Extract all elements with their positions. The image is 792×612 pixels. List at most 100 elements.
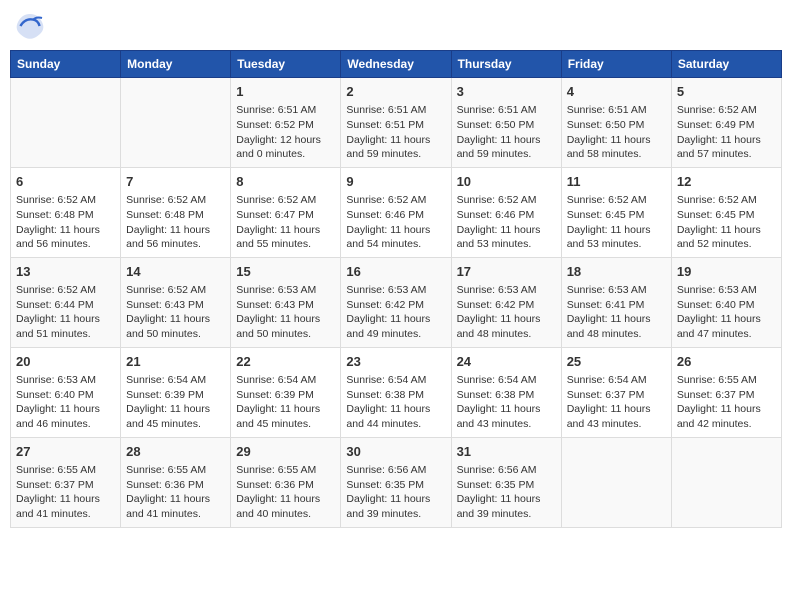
- day-detail: and 43 minutes.: [567, 417, 666, 432]
- calendar-cell: 3Sunrise: 6:51 AMSunset: 6:50 PMDaylight…: [451, 78, 561, 168]
- calendar-cell: 7Sunrise: 6:52 AMSunset: 6:48 PMDaylight…: [121, 167, 231, 257]
- day-detail: Sunset: 6:36 PM: [236, 478, 335, 493]
- day-detail: and 56 minutes.: [16, 237, 115, 252]
- day-detail: Sunset: 6:38 PM: [457, 388, 556, 403]
- day-detail: and 39 minutes.: [457, 507, 556, 522]
- day-number: 27: [16, 443, 115, 461]
- day-detail: and 46 minutes.: [16, 417, 115, 432]
- day-number: 1: [236, 83, 335, 101]
- day-detail: and 56 minutes.: [126, 237, 225, 252]
- day-detail: and 49 minutes.: [346, 327, 445, 342]
- day-number: 3: [457, 83, 556, 101]
- day-detail: Sunset: 6:37 PM: [16, 478, 115, 493]
- day-number: 4: [567, 83, 666, 101]
- day-detail: and 44 minutes.: [346, 417, 445, 432]
- calendar-cell: 18Sunrise: 6:53 AMSunset: 6:41 PMDayligh…: [561, 257, 671, 347]
- day-number: 30: [346, 443, 445, 461]
- day-detail: Daylight: 11 hours: [567, 223, 666, 238]
- day-detail: Sunset: 6:37 PM: [677, 388, 776, 403]
- day-number: 29: [236, 443, 335, 461]
- logo: [14, 10, 50, 42]
- calendar-cell: 8Sunrise: 6:52 AMSunset: 6:47 PMDaylight…: [231, 167, 341, 257]
- day-detail: Daylight: 12 hours: [236, 133, 335, 148]
- week-row-1: 1Sunrise: 6:51 AMSunset: 6:52 PMDaylight…: [11, 78, 782, 168]
- day-detail: Sunset: 6:47 PM: [236, 208, 335, 223]
- day-detail: and 59 minutes.: [457, 147, 556, 162]
- calendar-cell: 4Sunrise: 6:51 AMSunset: 6:50 PMDaylight…: [561, 78, 671, 168]
- calendar-cell: 28Sunrise: 6:55 AMSunset: 6:36 PMDayligh…: [121, 437, 231, 527]
- day-detail: and 55 minutes.: [236, 237, 335, 252]
- day-number: 11: [567, 173, 666, 191]
- day-detail: Daylight: 11 hours: [236, 223, 335, 238]
- day-detail: and 0 minutes.: [236, 147, 335, 162]
- day-detail: and 45 minutes.: [126, 417, 225, 432]
- day-number: 8: [236, 173, 335, 191]
- day-detail: and 48 minutes.: [457, 327, 556, 342]
- day-number: 18: [567, 263, 666, 281]
- day-detail: Sunset: 6:37 PM: [567, 388, 666, 403]
- day-detail: Sunrise: 6:56 AM: [346, 463, 445, 478]
- day-detail: Sunrise: 6:52 AM: [16, 193, 115, 208]
- day-detail: Daylight: 11 hours: [457, 312, 556, 327]
- day-detail: Daylight: 11 hours: [126, 223, 225, 238]
- day-detail: Daylight: 11 hours: [677, 133, 776, 148]
- day-detail: Daylight: 11 hours: [346, 133, 445, 148]
- header-day-saturday: Saturday: [671, 51, 781, 78]
- calendar-cell: 30Sunrise: 6:56 AMSunset: 6:35 PMDayligh…: [341, 437, 451, 527]
- calendar-cell: [561, 437, 671, 527]
- day-detail: Sunset: 6:44 PM: [16, 298, 115, 313]
- day-detail: Sunset: 6:36 PM: [126, 478, 225, 493]
- day-detail: Sunrise: 6:54 AM: [457, 373, 556, 388]
- page-header: [10, 10, 782, 42]
- week-row-4: 20Sunrise: 6:53 AMSunset: 6:40 PMDayligh…: [11, 347, 782, 437]
- day-detail: Sunset: 6:35 PM: [346, 478, 445, 493]
- day-detail: Sunset: 6:35 PM: [457, 478, 556, 493]
- calendar-cell: 1Sunrise: 6:51 AMSunset: 6:52 PMDaylight…: [231, 78, 341, 168]
- day-number: 7: [126, 173, 225, 191]
- week-row-5: 27Sunrise: 6:55 AMSunset: 6:37 PMDayligh…: [11, 437, 782, 527]
- day-detail: Daylight: 11 hours: [457, 492, 556, 507]
- day-detail: Sunset: 6:39 PM: [236, 388, 335, 403]
- day-detail: and 48 minutes.: [567, 327, 666, 342]
- day-detail: Daylight: 11 hours: [126, 312, 225, 327]
- calendar-cell: [121, 78, 231, 168]
- header-row: SundayMondayTuesdayWednesdayThursdayFrid…: [11, 51, 782, 78]
- calendar-cell: 6Sunrise: 6:52 AMSunset: 6:48 PMDaylight…: [11, 167, 121, 257]
- calendar-cell: 12Sunrise: 6:52 AMSunset: 6:45 PMDayligh…: [671, 167, 781, 257]
- day-number: 24: [457, 353, 556, 371]
- day-detail: and 51 minutes.: [16, 327, 115, 342]
- calendar-cell: 24Sunrise: 6:54 AMSunset: 6:38 PMDayligh…: [451, 347, 561, 437]
- day-detail: Daylight: 11 hours: [16, 223, 115, 238]
- header-day-sunday: Sunday: [11, 51, 121, 78]
- day-detail: Sunrise: 6:52 AM: [677, 193, 776, 208]
- day-detail: Daylight: 11 hours: [346, 312, 445, 327]
- calendar-cell: 26Sunrise: 6:55 AMSunset: 6:37 PMDayligh…: [671, 347, 781, 437]
- day-detail: Sunset: 6:46 PM: [346, 208, 445, 223]
- day-detail: Sunset: 6:51 PM: [346, 118, 445, 133]
- day-detail: Sunrise: 6:56 AM: [457, 463, 556, 478]
- day-number: 6: [16, 173, 115, 191]
- day-number: 9: [346, 173, 445, 191]
- day-detail: Sunset: 6:45 PM: [677, 208, 776, 223]
- day-detail: and 53 minutes.: [457, 237, 556, 252]
- day-detail: Daylight: 11 hours: [16, 492, 115, 507]
- day-detail: Daylight: 11 hours: [567, 133, 666, 148]
- calendar-cell: 16Sunrise: 6:53 AMSunset: 6:42 PMDayligh…: [341, 257, 451, 347]
- day-detail: Sunrise: 6:55 AM: [236, 463, 335, 478]
- day-detail: Sunset: 6:50 PM: [567, 118, 666, 133]
- day-detail: and 41 minutes.: [126, 507, 225, 522]
- day-detail: Sunrise: 6:55 AM: [16, 463, 115, 478]
- day-detail: Daylight: 11 hours: [126, 402, 225, 417]
- day-number: 17: [457, 263, 556, 281]
- day-number: 19: [677, 263, 776, 281]
- calendar-cell: 5Sunrise: 6:52 AMSunset: 6:49 PMDaylight…: [671, 78, 781, 168]
- week-row-3: 13Sunrise: 6:52 AMSunset: 6:44 PMDayligh…: [11, 257, 782, 347]
- day-detail: Sunset: 6:40 PM: [677, 298, 776, 313]
- day-detail: and 54 minutes.: [346, 237, 445, 252]
- day-detail: Sunrise: 6:53 AM: [567, 283, 666, 298]
- day-number: 26: [677, 353, 776, 371]
- day-detail: Daylight: 11 hours: [126, 492, 225, 507]
- day-detail: and 50 minutes.: [126, 327, 225, 342]
- day-detail: Sunrise: 6:51 AM: [346, 103, 445, 118]
- day-detail: Sunset: 6:43 PM: [126, 298, 225, 313]
